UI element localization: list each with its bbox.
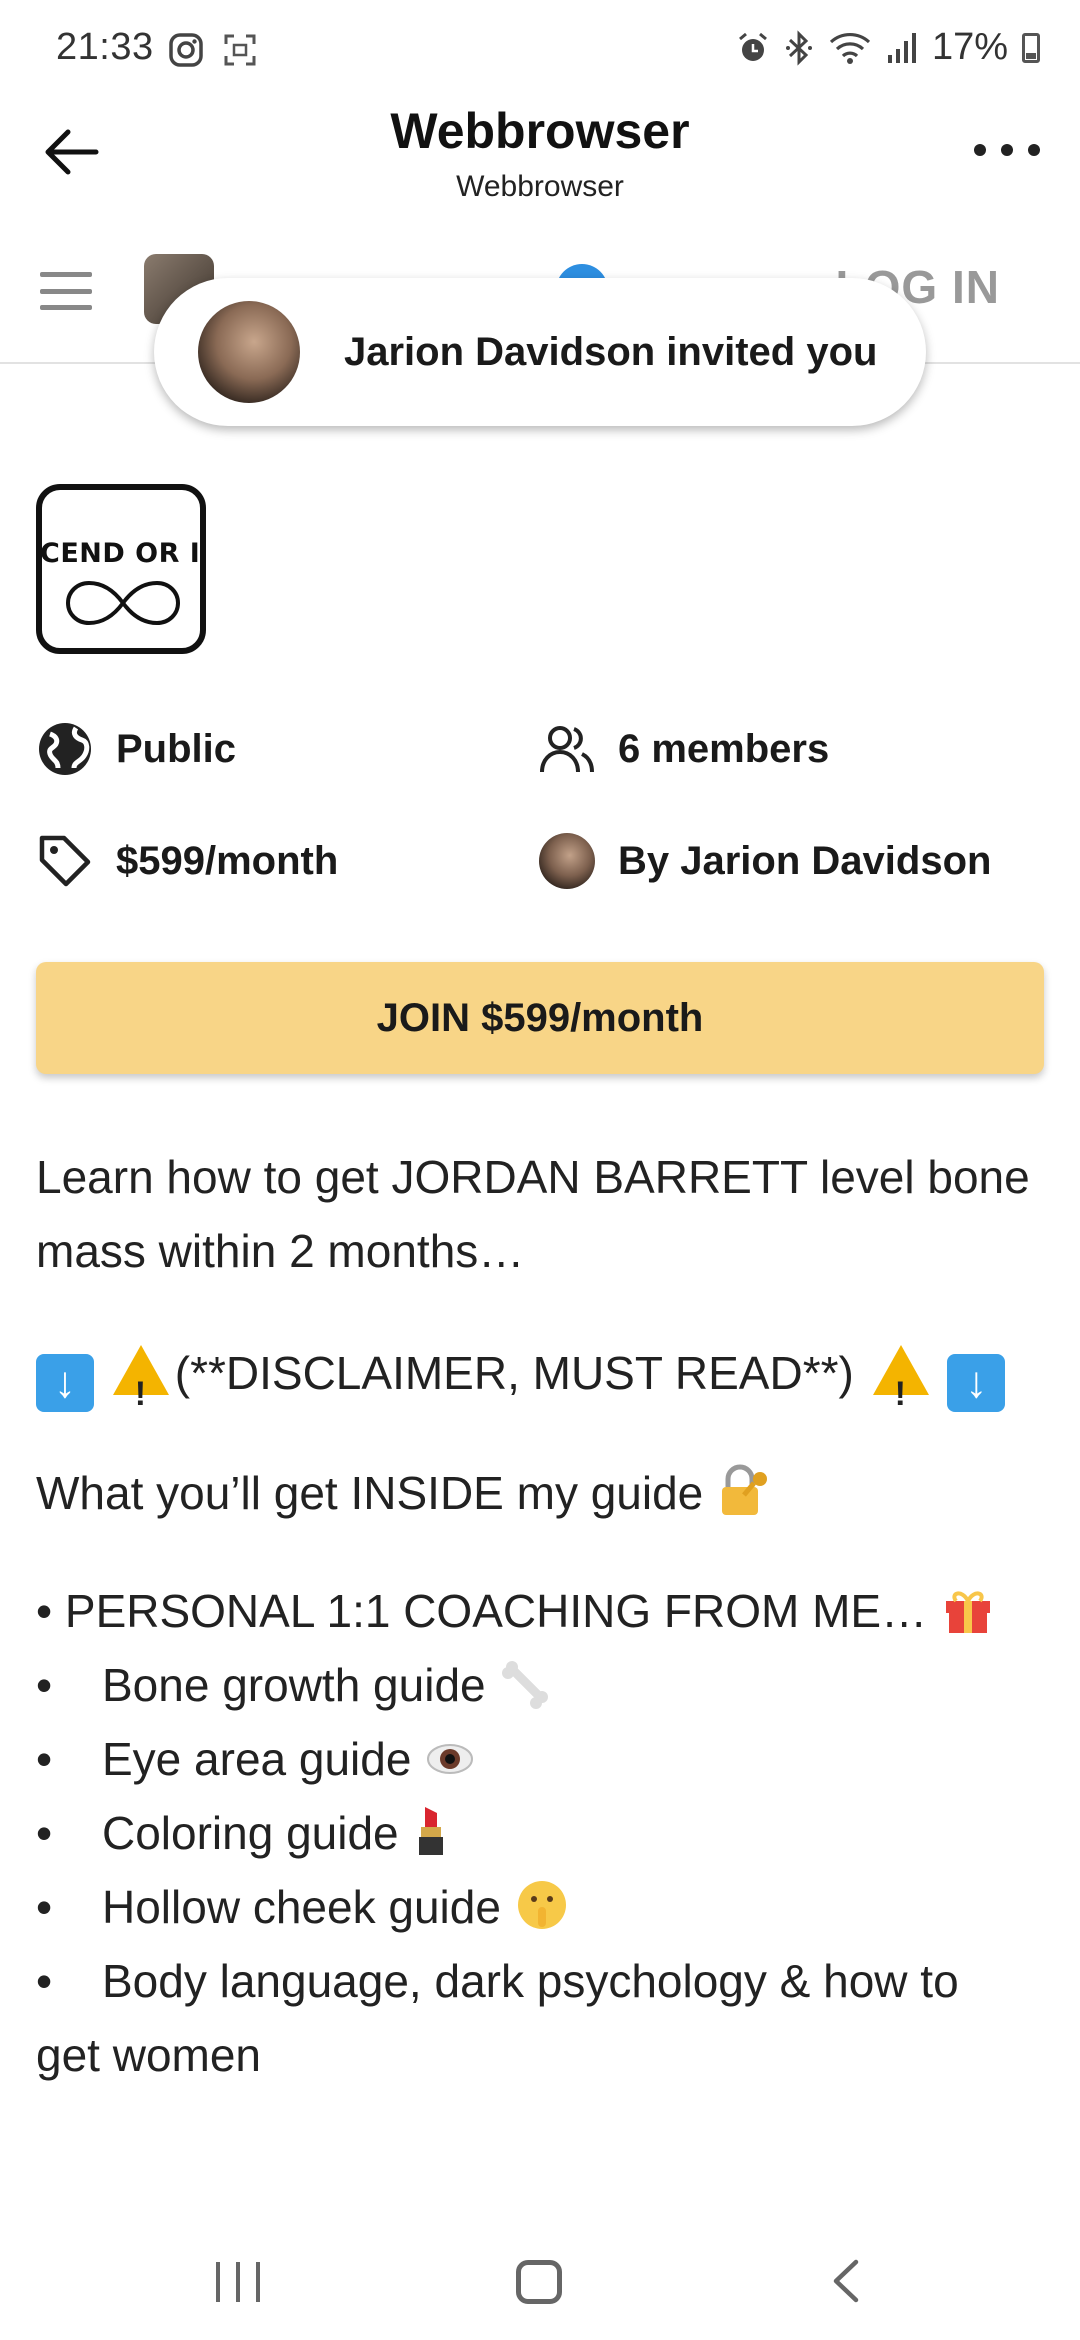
system-nav-bar <box>0 2240 1080 2340</box>
bluetooth-icon <box>785 29 812 66</box>
warning-icon <box>112 1345 169 1431</box>
dot-icon <box>1001 144 1013 156</box>
home-icon[interactable] <box>516 2260 562 2304</box>
down-arrow-icon: ↓ <box>947 1354 1006 1412</box>
disclaimer-line: ↓ (**DISCLAIMER, MUST READ**) ↓ <box>36 1336 1046 1431</box>
dot-icon <box>1028 144 1040 156</box>
down-arrow-icon: ↓ <box>36 1354 94 1412</box>
status-time: 21:33 <box>56 26 154 68</box>
price-label: $599/month <box>116 838 339 883</box>
community-logo: CEND OR I <box>36 484 206 654</box>
price-info: $599/month <box>36 832 338 890</box>
list-item: • Hollow cheek guide <box>36 1870 1046 1944</box>
battery-percent: 17% <box>931 26 1008 68</box>
globe-icon <box>36 720 94 778</box>
status-left-icons <box>168 32 258 68</box>
lock-key-icon <box>722 1464 768 1515</box>
shushing-face-icon <box>517 1881 566 1929</box>
warning-icon <box>872 1345 929 1431</box>
members-info: 6 members <box>538 720 829 778</box>
browser-header: Webbrowser Webbrowser <box>0 100 1080 230</box>
inviter-avatar <box>198 301 300 403</box>
list-item-text: Coloring guide <box>102 1807 399 1859</box>
status-right: 17% <box>736 26 1040 69</box>
disclaimer-text: (**DISCLAIMER, MUST READ**) <box>174 1347 854 1399</box>
list-item-text: Bone growth guide <box>102 1659 486 1711</box>
instagram-icon <box>169 33 203 67</box>
list-item-continuation: get women <box>36 2029 262 2081</box>
battery-icon <box>1022 32 1040 63</box>
infinity-icon <box>65 580 181 626</box>
dot-icon <box>974 144 986 156</box>
signal-icon <box>887 32 916 63</box>
gift-icon <box>945 1591 990 1633</box>
description-intro: Learn how to get JORDAN BARRETT level bo… <box>36 1151 1030 1277</box>
list-item: • Bone growth guide <box>36 1648 1046 1722</box>
author-avatar-wrap <box>538 832 596 890</box>
guide-list: • PERSONAL 1:1 COACHING FROM ME… • Bone … <box>36 1574 1046 2092</box>
privacy-info: Public <box>36 720 236 778</box>
eye-icon <box>427 1744 474 1774</box>
author-avatar <box>539 833 595 889</box>
recent-apps-icon[interactable] <box>216 2262 260 2302</box>
author-label[interactable]: By Jarion Davidson <box>618 839 991 884</box>
list-item-text: Hollow cheek guide <box>102 1881 501 1933</box>
coaching-text: • PERSONAL 1:1 COACHING FROM ME… <box>36 1585 928 1637</box>
system-back-icon[interactable] <box>826 2256 866 2306</box>
status-bar: 21:33 17% <box>0 0 1080 100</box>
members-label: 6 members <box>618 726 830 771</box>
inside-guide-line: What you’ll get INSIDE my guide <box>36 1456 1046 1530</box>
screenshot-icon <box>224 34 256 66</box>
browser-subtitle: Webbrowser <box>456 170 624 203</box>
invite-toast[interactable]: Jarion Davidson invited you <box>154 278 926 426</box>
bone-icon <box>502 1661 549 1709</box>
inside-guide-text: What you’ll get INSIDE my guide <box>36 1467 704 1519</box>
list-item-text: Eye area guide <box>102 1733 412 1785</box>
author-info[interactable]: By Jarion Davidson <box>538 832 991 890</box>
wifi-icon <box>829 32 871 64</box>
lipstick-icon <box>419 1807 444 1855</box>
alarm-icon <box>738 32 767 61</box>
privacy-label: Public <box>116 726 237 771</box>
browser-title: Webbrowser <box>390 103 690 159</box>
invite-text: Jarion Davidson invited you <box>344 329 878 374</box>
list-item: • Body language, dark psychology & how t… <box>36 1944 1046 2018</box>
hamburger-menu-icon[interactable] <box>40 272 92 310</box>
list-item-text: Body language, dark psychology & how to <box>102 1955 959 2007</box>
list-item: • Eye area guide <box>36 1722 1046 1796</box>
price-tag-icon <box>36 832 94 890</box>
coaching-line: • PERSONAL 1:1 COACHING FROM ME… <box>36 1574 1046 1648</box>
users-icon <box>538 720 596 778</box>
more-options-button[interactable] <box>974 130 1040 170</box>
logo-text: CEND OR I <box>40 538 201 569</box>
list-item: • Coloring guide <box>36 1796 1046 1870</box>
join-button[interactable]: JOIN $599/month <box>36 962 1044 1074</box>
